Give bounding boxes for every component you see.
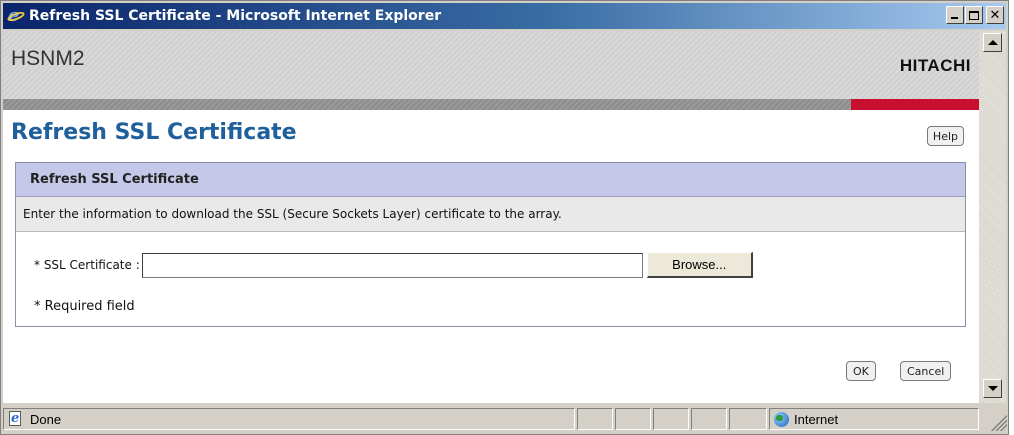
internet-explorer-icon: e — [6, 5, 26, 26]
status-cell — [729, 408, 767, 430]
header-divider — [3, 99, 979, 110]
ssl-certificate-row: * SSL Certificate : Browse... — [34, 252, 753, 278]
scroll-up-button[interactable] — [983, 33, 1002, 52]
scroll-down-icon — [987, 386, 998, 391]
status-cell — [615, 408, 651, 430]
panel-description: Enter the information to download the SS… — [16, 197, 965, 232]
vertical-scrollbar[interactable] — [979, 31, 1006, 403]
scroll-up-icon — [987, 40, 998, 45]
help-button[interactable]: Help — [926, 126, 964, 146]
browse-button[interactable]: Browse... — [646, 252, 753, 278]
panel-title: Refresh SSL Certificate — [16, 163, 965, 197]
cancel-button[interactable]: Cancel — [900, 361, 952, 381]
app-header: HSNM2 HITACHI — [3, 31, 979, 101]
app-name: HSNM2 — [11, 47, 85, 70]
resize-grip-icon[interactable] — [991, 415, 1007, 431]
minimize-button[interactable] — [946, 6, 964, 24]
status-bar: e Done Internet — [3, 406, 1008, 432]
status-cell — [577, 408, 613, 430]
page-done-icon: e — [9, 411, 21, 426]
title-bar[interactable]: e Refresh SSL Certificate - Microsoft In… — [3, 3, 1006, 29]
brand-accent-bar — [851, 99, 979, 110]
page-viewport: HSNM2 HITACHI Refresh SSL Certificate He… — [3, 31, 979, 403]
browser-window: e Refresh SSL Certificate - Microsoft In… — [0, 0, 1009, 435]
maximize-icon — [969, 10, 979, 20]
ssl-certificate-file-input[interactable] — [141, 252, 643, 278]
maximize-button[interactable] — [965, 6, 983, 24]
window-title: Refresh SSL Certificate - Microsoft Inte… — [29, 8, 442, 24]
page-title: Refresh SSL Certificate — [11, 120, 297, 145]
minimize-icon — [951, 17, 958, 19]
close-icon: ✕ — [989, 7, 1001, 23]
close-button[interactable]: ✕ — [986, 6, 1004, 24]
zone-text: Internet — [794, 411, 839, 427]
status-cell — [691, 408, 727, 430]
scroll-down-button[interactable] — [983, 379, 1002, 398]
certificate-panel: Refresh SSL Certificate Enter the inform… — [15, 162, 966, 327]
status-cell — [653, 408, 689, 430]
window-controls: ✕ — [945, 6, 1004, 24]
ok-button[interactable]: OK — [846, 361, 876, 381]
ssl-certificate-label: * SSL Certificate : — [34, 258, 140, 272]
globe-icon — [774, 411, 789, 427]
status-message: e Done — [3, 408, 575, 430]
status-text: Done — [30, 411, 62, 427]
required-field-note: * Required field — [34, 299, 135, 314]
security-zone: Internet — [769, 408, 979, 430]
brand-logo: HITACHI — [899, 56, 971, 75]
